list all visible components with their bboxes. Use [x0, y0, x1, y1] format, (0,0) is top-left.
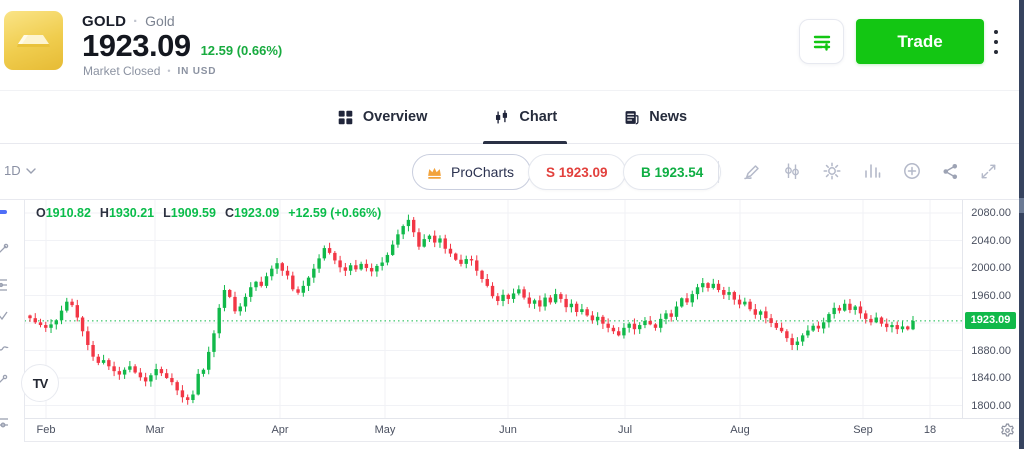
bar-chart-icon [865, 164, 881, 178]
time-tick-label: Sep [853, 424, 873, 436]
high-value: 1930.21 [108, 206, 155, 220]
last-price: 1923.09 [82, 28, 191, 63]
time-tick-label: Jul [617, 424, 633, 436]
time-tick-label: May [374, 424, 396, 436]
share-icon [942, 163, 957, 179]
crown-icon [428, 167, 441, 179]
axis-settings-icon[interactable] [999, 422, 1016, 439]
price-tick-label: 1800.00 [971, 399, 1011, 412]
time-tick-label: Jun [499, 424, 517, 436]
low-value: 1909.59 [170, 206, 216, 220]
tab-label: Chart [519, 109, 558, 125]
page-scrollbar[interactable] [1019, 0, 1024, 449]
indicators-tool-button[interactable] [781, 160, 803, 182]
pattern-tool-icon[interactable] [0, 308, 10, 326]
price-change: 12.59 (0.66%) [200, 43, 283, 58]
tab-label: Overview [362, 109, 428, 125]
scrollbar-thumb[interactable] [1019, 198, 1024, 213]
currency-label: IN USD [177, 65, 217, 77]
price-tick-label: 2040.00 [971, 234, 1011, 247]
buy-price: B 1923.54 [641, 164, 704, 180]
drawing-toolbar [0, 200, 25, 442]
trendline-tool-icon[interactable] [0, 242, 10, 260]
price-tick-label: 2000.00 [971, 262, 1011, 274]
indicators-icon [785, 163, 799, 179]
buy-price-button[interactable]: B 1923.54 [623, 154, 722, 190]
procharts-label: ProCharts [451, 164, 515, 180]
kebab-menu-icon[interactable] [990, 28, 1002, 56]
grid-icon [338, 110, 353, 124]
price-tick-label: 1880.00 [971, 344, 1011, 357]
tradingview-logo[interactable]: TV [21, 364, 59, 402]
instrument-name: Gold [145, 13, 175, 29]
zoom-in-button[interactable] [901, 160, 923, 182]
timeframe-value: 1D [4, 163, 21, 178]
tab-news[interactable]: News [613, 91, 697, 143]
share-button[interactable] [939, 160, 961, 182]
current-price-badge: 1923.09 [965, 312, 1016, 330]
chart-toolbar: 1D ProCharts S 1923.09 B 1923.54 [0, 145, 1024, 200]
pencil-icon [744, 165, 759, 180]
trade-button[interactable]: Trade [856, 19, 984, 64]
draw-tool-button[interactable] [741, 160, 763, 182]
expand-icon [981, 164, 995, 178]
price-tick-label: 2080.00 [971, 207, 1011, 219]
sell-price-button[interactable]: S 1923.09 [528, 154, 626, 190]
active-tool-indicator [0, 210, 7, 214]
instrument-page: GOLD · Gold 1923.09 12.59 (0.66%) Market… [0, 0, 1024, 449]
market-status: Market Closed [83, 64, 161, 78]
timeframe-dropdown[interactable]: 1D [4, 163, 36, 178]
candlestick-chart-canvas[interactable] [0, 200, 962, 418]
toolbar-divider [718, 161, 719, 183]
chart-type-button[interactable] [861, 160, 883, 182]
legend-change: +12.59 (+0.66%) [288, 206, 382, 220]
gold-logo [4, 11, 63, 70]
tab-overview[interactable]: Overview [327, 91, 438, 143]
price-tick-label: 1960.00 [971, 289, 1011, 302]
fib-tool-icon[interactable] [0, 276, 10, 294]
brush-tool-icon[interactable] [0, 372, 10, 390]
plus-circle-icon [904, 163, 920, 179]
gear-icon [823, 162, 841, 180]
time-tick-label: Mar [145, 424, 165, 436]
gold-bar-icon [17, 35, 50, 47]
wave-tool-icon[interactable] [0, 340, 10, 358]
close-value: 1923.09 [234, 206, 280, 220]
open-value: 1910.82 [45, 206, 91, 220]
time-tick-label: Feb [36, 424, 56, 436]
fullscreen-button[interactable] [977, 160, 999, 182]
time-axis[interactable]: Feb Mar Apr May Jun Jul Aug Sep 18 [0, 418, 1024, 442]
price-tick-label: 1840.00 [971, 372, 1011, 384]
watchlist-add-icon [813, 35, 830, 51]
status-separator: • [167, 66, 171, 76]
sliders-tool-icon[interactable] [0, 413, 10, 431]
price-axis[interactable]: 1923.09 2080.00 2040.00 2000.00 1960.00 1880… [962, 200, 1019, 418]
candlestick-icon [496, 109, 508, 123]
news-icon [625, 110, 639, 124]
tab-bar: Overview Chart News [0, 90, 1024, 144]
procharts-button[interactable]: ProCharts [412, 154, 532, 190]
tab-label: News [649, 109, 688, 125]
ohlc-legend: O1910.82 H1930.21 L1909.59 C1923.09 +12.… [36, 206, 382, 220]
time-tick-label: Aug [730, 424, 750, 436]
chart-settings-button[interactable] [821, 160, 843, 182]
tab-chart[interactable]: Chart [483, 91, 568, 144]
chevron-down-icon [25, 167, 36, 174]
add-to-watchlist-button[interactable] [799, 19, 844, 64]
sell-price: S 1923.09 [546, 164, 608, 180]
time-tick-label: 18 [923, 424, 937, 436]
time-tick-label: Apr [271, 424, 289, 436]
